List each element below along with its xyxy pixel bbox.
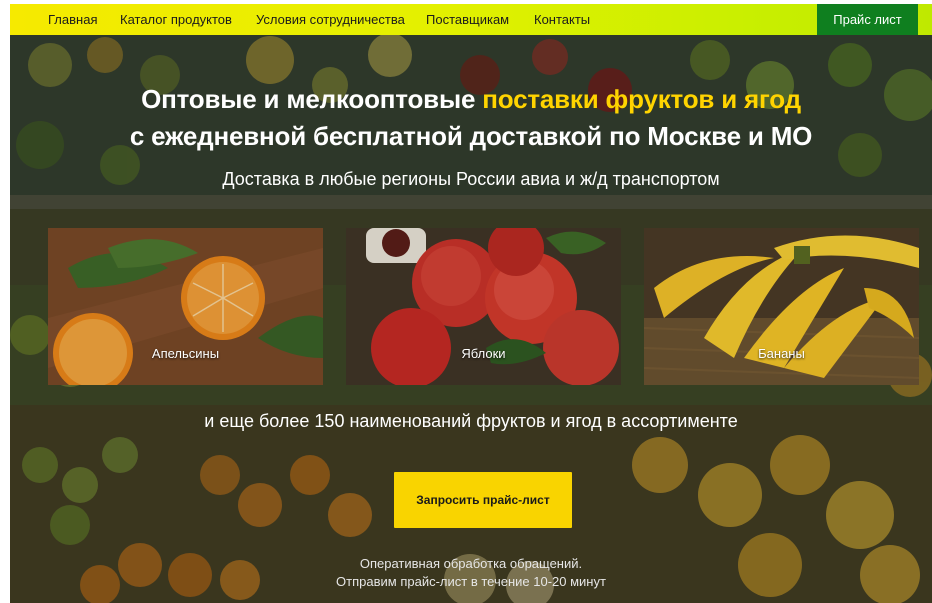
product-card-oranges[interactable]: Апельсины bbox=[48, 228, 323, 385]
product-card-apples[interactable]: Яблоки bbox=[346, 228, 621, 385]
price-list-button[interactable]: Прайс лист bbox=[817, 4, 918, 35]
apples-image bbox=[346, 228, 621, 385]
oranges-image bbox=[48, 228, 323, 385]
bananas-image bbox=[644, 228, 919, 385]
hero-subtitle: Доставка в любые регионы России авиа и ж… bbox=[222, 169, 720, 189]
processing-note: Оперативная обработка обращений. bbox=[359, 556, 583, 571]
product-caption: Бананы bbox=[758, 346, 805, 361]
nav-link-suppliers[interactable]: Поставщикам bbox=[426, 12, 509, 27]
product-caption: Яблоки bbox=[461, 346, 506, 361]
assortment-text: и еще более 150 наименований фруктов и я… bbox=[204, 411, 738, 431]
request-price-list-button[interactable]: Запросить прайс-лист bbox=[394, 472, 572, 528]
nav-link-contacts[interactable]: Контакты bbox=[534, 12, 590, 27]
hero-title-part1: Оптовые и мелкооптовые bbox=[141, 84, 483, 114]
nav-link-catalog[interactable]: Каталог продуктов bbox=[120, 12, 232, 27]
product-card-bananas[interactable]: Бананы bbox=[644, 228, 919, 385]
hero-section: Оптовые и мелкооптовые поставки фруктов … bbox=[10, 35, 932, 603]
top-navigation: Главная Каталог продуктов Условия сотруд… bbox=[10, 4, 932, 35]
hero-title-line2: с ежедневной бесплатной доставкой по Мос… bbox=[129, 121, 813, 151]
hero-title-line1: Оптовые и мелкооптовые поставки фруктов … bbox=[10, 84, 932, 115]
nav-link-terms[interactable]: Условия сотрудничества bbox=[256, 12, 405, 27]
hero-title-highlight: поставки фруктов и ягод bbox=[482, 84, 801, 114]
product-caption: Апельсины bbox=[151, 346, 220, 361]
page: Главная Каталог продуктов Условия сотруд… bbox=[10, 4, 932, 603]
response-time-note: Отправим прайс-лист в течение 10-20 мину… bbox=[336, 574, 606, 589]
nav-link-home[interactable]: Главная bbox=[48, 12, 97, 27]
